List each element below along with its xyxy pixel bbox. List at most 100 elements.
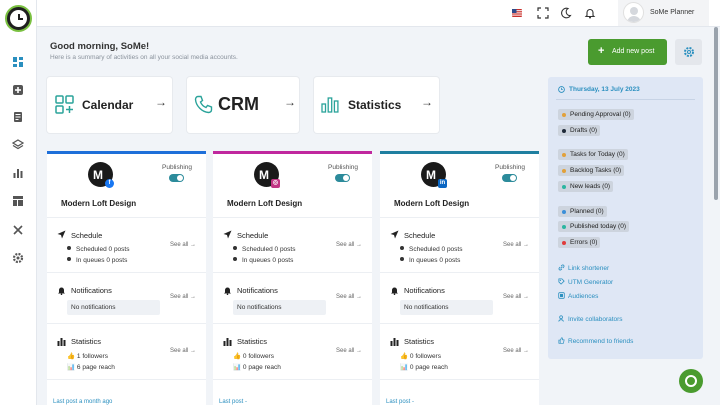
link-audiences[interactable]: Audiences [558,292,598,300]
page-reach-count: 0 page reach [409,364,448,371]
link-utm-generator[interactable]: UTM Generator [558,278,613,286]
chip-label: Backlog Tasks (0) [570,167,622,174]
bar-chart-icon [57,338,66,346]
followers-stat: 👍 1 followers [67,352,108,360]
monogram-icon: M [259,168,269,182]
chip-published-today[interactable]: Published today (0) [558,221,630,232]
divider [47,323,206,324]
user-menu[interactable]: SoMe Planner [618,0,709,26]
add-new-post-button[interactable]: + Add new post [588,39,667,65]
phone-icon [194,95,213,114]
top-bar: SoMe Planner [37,0,720,27]
followers-count: 0 followers [242,353,274,360]
toggle-knob [510,175,516,181]
statistics-see-all-link[interactable]: See all → [336,348,362,354]
dark-mode-icon[interactable] [560,7,572,19]
bar-chart-icon [223,338,232,346]
chip-label: Pending Approval (0) [570,111,631,118]
gear-icon[interactable] [12,252,24,264]
notifications-title: Notifications [404,286,445,295]
tag-icon [558,278,565,285]
dashboard-icon[interactable] [12,56,24,68]
statistics-see-all-link[interactable]: See all → [503,348,529,354]
divider [380,323,539,324]
chip-new-leads[interactable]: New leads (0) [558,181,614,192]
user-name: SoMe Planner [650,9,695,16]
status-dot [562,128,566,133]
divider [556,99,695,100]
notifications-see-all-link[interactable]: See all → [170,294,196,300]
queue-count: In queues 0 posts [76,257,128,264]
notifications-see-all-link[interactable]: See all → [503,294,529,300]
tools-icon[interactable] [12,224,24,236]
linkedin-icon: in [438,179,447,188]
us-flag-icon[interactable] [511,7,523,19]
chip-label: Planned (0) [570,208,604,215]
add-icon[interactable] [12,84,24,96]
publishing-toggle[interactable] [335,174,350,182]
document-icon[interactable] [12,111,24,123]
chip-label: Drafts (0) [570,127,598,134]
status-dot [562,112,566,117]
arrow-right-icon: → [155,95,167,109]
chat-button[interactable] [679,369,703,393]
clock-hand [18,18,23,20]
chip-tasks-today[interactable]: Tasks for Today (0) [558,149,628,160]
chip-drafts[interactable]: Drafts (0) [558,125,601,136]
thumbs-up-icon: 👍 [400,353,410,360]
chart-icon: 📊 [233,364,243,371]
crm-label: CRM [218,94,259,114]
link-invite-collaborators[interactable]: Invite collaborators [558,315,623,323]
link-label: Invite collaborators [568,316,623,323]
chip-backlog-tasks[interactable]: Backlog Tasks (0) [558,165,625,176]
schedule-see-all-link[interactable]: See all → [170,242,196,248]
queued-posts: In queues 0 posts [233,257,293,264]
status-dot [562,168,566,173]
divider [47,272,206,273]
bell-icon [224,287,231,295]
publishing-toggle[interactable] [169,174,184,182]
bar-chart-icon[interactable] [12,167,24,179]
notifications-title: Notifications [71,286,112,295]
page-scrollbar[interactable] [714,27,718,200]
divider [213,272,372,273]
chip-label: Errors (0) [570,239,598,246]
card-top-line [380,151,539,154]
sidebar [0,0,37,405]
settings-button[interactable] [675,39,702,65]
publishing-label: Publishing [328,164,358,171]
divider [380,217,539,218]
calendar-card[interactable]: Calendar → [47,77,172,133]
schedule-see-all-link[interactable]: See all → [336,242,362,248]
statistics-card[interactable]: Statistics → [314,77,439,133]
followers-count: 1 followers [76,353,108,360]
link-recommend-friends[interactable]: Recommend to friends [558,337,633,345]
followers-stat: 👍 0 followers [233,352,274,360]
plus-icon: + [598,45,605,57]
chat-icon [685,375,697,387]
schedule-see-all-link[interactable]: See all → [503,242,529,248]
send-icon [390,230,399,239]
notifications-see-all-link[interactable]: See all → [336,294,362,300]
app-logo[interactable] [5,5,32,32]
crm-card[interactable]: CRM → [187,77,299,133]
link-shortener[interactable]: Link shortener [558,264,609,272]
divider [47,379,206,380]
chip-errors[interactable]: Errors (0) [558,237,601,248]
fullscreen-icon[interactable] [537,7,549,19]
queued-posts: In queues 0 posts [67,257,127,264]
notifications-empty: No notifications [67,300,160,315]
link-label: Link shortener [568,265,610,272]
publishing-toggle[interactable] [502,174,517,182]
chip-planned[interactable]: Planned (0) [558,206,607,217]
layers-icon[interactable] [12,139,24,151]
layout-icon[interactable] [12,195,24,207]
bell-icon[interactable] [584,7,596,19]
arrow-right-icon: → [284,95,296,109]
publishing-label: Publishing [495,164,525,171]
toggle-knob [343,175,349,181]
page-reach-count: 6 page reach [76,364,115,371]
divider [213,323,372,324]
statistics-see-all-link[interactable]: See all → [170,348,196,354]
chip-pending-approval[interactable]: Pending Approval (0) [558,109,634,120]
